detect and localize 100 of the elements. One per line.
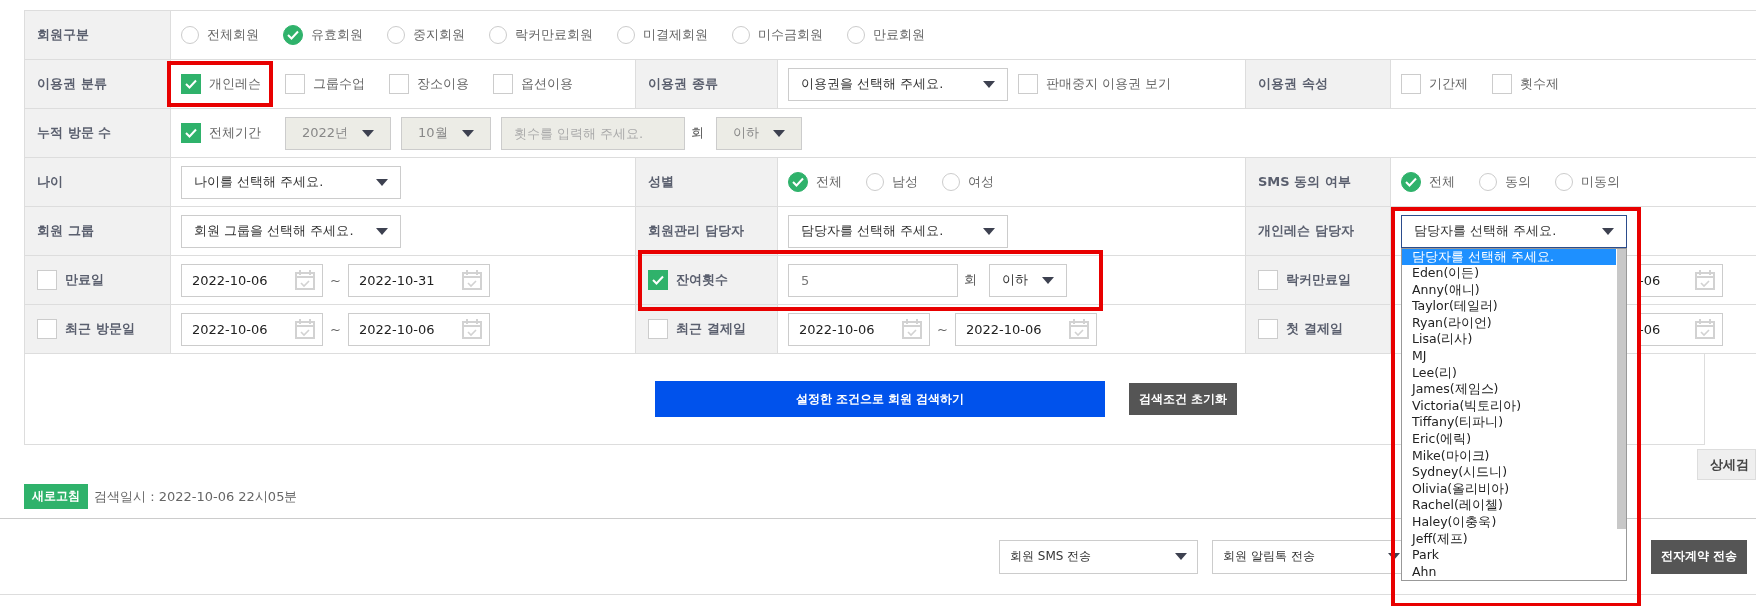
checkbox[interactable] <box>648 270 668 290</box>
option-label: 유효회원 <box>311 26 363 44</box>
field-label: 첫 결제일 <box>1286 320 1343 338</box>
option-label: 동의 <box>1505 173 1531 191</box>
field-label: 최근 방문일 <box>65 320 135 338</box>
dropdown-select[interactable]: 담당자를 선택해 주세요. <box>1401 214 1627 248</box>
checkbox[interactable] <box>1492 74 1512 94</box>
field-label: 나이 <box>37 173 63 191</box>
dropdown-select[interactable]: 회원 그룹을 선택해 주세요. <box>181 214 401 248</box>
date-field[interactable]: 2022-10-31 <box>347 263 490 297</box>
checkmark-icon <box>185 79 197 89</box>
search-button[interactable]: 설정한 조건으로 회원 검색하기 <box>655 381 1105 417</box>
field-label: 누적 방문 수 <box>37 124 112 142</box>
checkbox[interactable] <box>1018 74 1038 94</box>
checkbox-label: 옵션이용 <box>521 75 573 93</box>
checkbox-label: 기간제 <box>1429 75 1468 93</box>
option-label: 여성 <box>968 173 994 191</box>
checkbox[interactable] <box>648 319 668 339</box>
radio-button[interactable] <box>1401 172 1421 192</box>
dropdown-option[interactable]: Victoria(빅토리아) <box>1402 397 1616 415</box>
checkbox[interactable] <box>285 74 305 94</box>
search-timestamp: 검색일시 : 2022-10-06 22시05분 <box>94 487 298 506</box>
date-field[interactable]: 2022-10-06 <box>181 312 323 346</box>
input-field[interactable]: 5 <box>788 263 958 297</box>
field-label: 회원 그룹 <box>37 222 94 240</box>
checkbox[interactable] <box>1258 270 1278 290</box>
detail-search-tab[interactable]: 상세검 <box>1697 449 1756 480</box>
caret-icon <box>1388 553 1400 560</box>
checkbox[interactable] <box>37 270 57 290</box>
caret-icon <box>376 178 388 186</box>
scrollbar[interactable] <box>1617 248 1626 529</box>
dropdown-option[interactable]: Sydney(시드니) <box>1402 464 1616 481</box>
dropdown-option[interactable]: Tiffany(티파니) <box>1402 414 1616 432</box>
radio-button[interactable] <box>283 25 303 45</box>
option-label: 전체회원 <box>207 26 259 44</box>
checkbox[interactable] <box>181 123 201 143</box>
dropdown-option[interactable]: Ryan(라이언) <box>1402 314 1616 332</box>
reset-button[interactable]: 검색조건 초기화 <box>1129 383 1238 415</box>
dropdown-option[interactable]: Lee(리) <box>1402 364 1616 382</box>
range-separator: ~ <box>937 321 948 337</box>
date-field[interactable]: 2022-10-06 <box>788 312 930 346</box>
unit-label: 회 <box>690 124 704 142</box>
option-label: 미수금회원 <box>758 26 823 44</box>
field-label: SMS 동의 여부 <box>1258 173 1351 191</box>
checkbox[interactable] <box>37 319 57 339</box>
checkbox-label: 전체기간 <box>209 124 261 142</box>
field-label: 락커만료일 <box>1286 271 1351 289</box>
checkbox-label: 장소이용 <box>417 75 469 93</box>
radio-button[interactable] <box>788 172 808 192</box>
dropdown-option[interactable]: Anny(애니) <box>1402 281 1616 299</box>
field-label: 회원구분 <box>37 26 89 44</box>
caret-icon <box>772 129 785 137</box>
dropdown-option[interactable]: Rachel(레이첼) <box>1402 497 1616 514</box>
dropdown-option[interactable]: Olivia(올리비아) <box>1402 480 1616 498</box>
dropdown-option[interactable]: Mike(마이크) <box>1402 447 1616 465</box>
checkbox[interactable] <box>493 74 513 94</box>
date-field[interactable]: 2022-10-06 <box>347 312 490 346</box>
option-label: 만료회원 <box>873 26 925 44</box>
dropdown-option[interactable]: James(제임스) <box>1402 381 1616 398</box>
field-label: 이용권 종류 <box>648 75 718 93</box>
dropdown-select[interactable]: 나이를 선택해 주세요. <box>181 165 401 199</box>
dropdown-option[interactable]: Lisa(리사) <box>1402 331 1616 349</box>
field-label: 잔여횟수 <box>676 271 728 289</box>
contract-button[interactable]: 전자계약 전송 <box>1651 539 1748 574</box>
checkbox-label: 횟수제 <box>1520 75 1559 93</box>
caret-icon <box>362 129 375 137</box>
checkbox-label: 개인레슨 <box>209 75 261 93</box>
option-label: 미결제회원 <box>643 26 708 44</box>
calendar-icon <box>1694 269 1716 291</box>
caret-icon <box>983 80 995 88</box>
caret-icon <box>1602 227 1614 235</box>
dropdown-option[interactable]: Haley(이충욱) <box>1402 514 1616 531</box>
checkmark-icon <box>792 177 804 187</box>
caret-icon <box>983 227 995 235</box>
checkbox[interactable] <box>181 74 201 94</box>
checkbox[interactable] <box>1401 74 1421 94</box>
option-label: 락커만료회원 <box>515 26 593 44</box>
option-label: 미동의 <box>1581 173 1620 191</box>
field-label: 이용권 분류 <box>37 75 107 93</box>
dropdown-option[interactable]: MJ <box>1402 348 1616 365</box>
dropdown-select[interactable]: 이하 <box>989 263 1067 297</box>
caret-icon <box>461 129 474 137</box>
caret-icon <box>1175 553 1187 560</box>
date-field[interactable]: 2022-10-06 <box>954 312 1097 346</box>
dropdown-option[interactable]: Taylor(테일러) <box>1402 298 1616 315</box>
dropdown-option[interactable]: Eden(이든) <box>1402 265 1616 282</box>
dropdown-option[interactable]: Eric(에릭) <box>1402 431 1616 448</box>
dropdown-select[interactable]: 이용권을 선택해 주세요. <box>788 67 1008 101</box>
checkbox[interactable] <box>389 74 409 94</box>
checkmark-icon <box>1405 177 1417 187</box>
option-label: 전체 <box>1429 173 1455 191</box>
calendar-icon <box>1067 318 1090 340</box>
caret-icon <box>376 227 388 235</box>
date-field[interactable]: 2022-10-06 <box>181 263 323 297</box>
dropdown-select[interactable]: 회원 SMS 전송 <box>999 539 1198 574</box>
field-label: 만료일 <box>65 271 104 289</box>
field-label: 이용권 속성 <box>1258 75 1328 93</box>
checkbox-label: 그룹수업 <box>313 75 365 93</box>
dropdown-select[interactable]: 담당자를 선택해 주세요. <box>788 214 1008 248</box>
checkbox[interactable] <box>1258 319 1278 339</box>
